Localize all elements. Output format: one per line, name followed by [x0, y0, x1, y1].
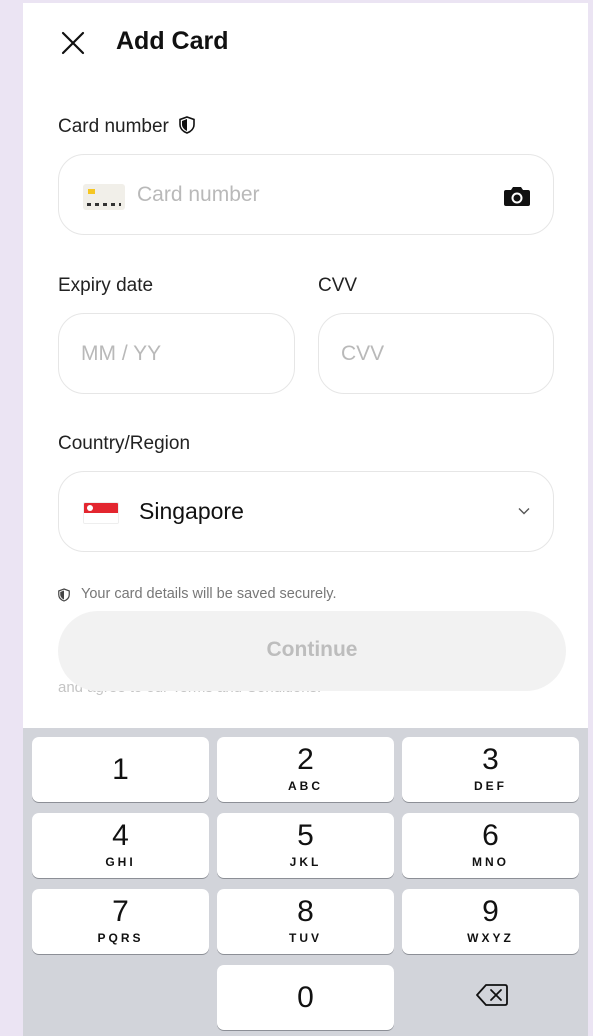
header: Add Card [23, 3, 588, 83]
singapore-flag-icon [83, 502, 119, 524]
key-number: 9 [482, 895, 499, 928]
expiry-placeholder: MM / YY [81, 342, 162, 365]
key-letters: GHI [105, 855, 136, 869]
key-letters: MNO [472, 855, 509, 869]
key-letters: DEF [474, 779, 507, 793]
add-card-screen: Add Card Card number Card number Expiry … [23, 3, 588, 1036]
key-number: 5 [297, 819, 314, 852]
key-6[interactable]: 6 MNO [402, 813, 579, 878]
numeric-keypad: 1 2 ABC 3 DEF 4 GHI 5 JKL 6 MNO 7 PQRS 8… [23, 728, 588, 1036]
key-number: 0 [297, 981, 314, 1014]
cvv-label: CVV [318, 275, 358, 296]
key-number: 7 [112, 895, 129, 928]
key-4[interactable]: 4 GHI [32, 813, 209, 878]
shield-icon [58, 588, 70, 602]
camera-icon[interactable] [503, 184, 531, 208]
page-title: Add Card [116, 27, 229, 55]
continue-button[interactable]: Continue [58, 611, 566, 691]
key-number: 3 [482, 743, 499, 776]
key-number: 6 [482, 819, 499, 852]
key-2[interactable]: 2 ABC [217, 737, 394, 802]
cvv-field[interactable]: CVV [318, 313, 554, 394]
expiry-date-field[interactable]: MM / YY [58, 313, 295, 394]
key-0[interactable]: 0 [217, 965, 394, 1030]
secure-note: Your card details will be saved securely… [81, 586, 337, 602]
backspace-icon [476, 984, 508, 1006]
key-number: 2 [297, 743, 314, 776]
card-number-field[interactable]: Card number [58, 154, 554, 235]
key-7[interactable]: 7 PQRS [32, 889, 209, 954]
key-number: 8 [297, 895, 314, 928]
key-letters: ABC [288, 779, 323, 793]
key-number: 1 [112, 753, 129, 786]
key-5[interactable]: 5 JKL [217, 813, 394, 878]
backspace-key[interactable] [402, 965, 579, 1030]
key-letters: TUV [289, 931, 322, 945]
key-1[interactable]: 1 [32, 737, 209, 802]
chevron-down-icon [518, 508, 530, 515]
key-3[interactable]: 3 DEF [402, 737, 579, 802]
key-letters: JKL [289, 855, 322, 869]
country-value: Singapore [139, 498, 244, 524]
cvv-placeholder: CVV [341, 342, 385, 365]
card-number-placeholder: Card number [137, 183, 260, 206]
key-letters: PQRS [97, 931, 144, 945]
country-select[interactable]: Singapore [58, 471, 554, 552]
key-8[interactable]: 8 TUV [217, 889, 394, 954]
key-9[interactable]: 9 WXYZ [402, 889, 579, 954]
card-number-label: Card number [58, 116, 195, 138]
continue-button-label: Continue [266, 638, 358, 661]
country-region-label: Country/Region [58, 433, 191, 454]
key-letters: WXYZ [467, 931, 514, 945]
credit-card-icon [83, 184, 125, 210]
shield-icon [179, 116, 195, 134]
close-icon[interactable] [61, 31, 85, 55]
key-number: 4 [112, 819, 129, 852]
card-number-label-text: Card number [58, 116, 169, 137]
expiry-date-label: Expiry date [58, 275, 154, 296]
